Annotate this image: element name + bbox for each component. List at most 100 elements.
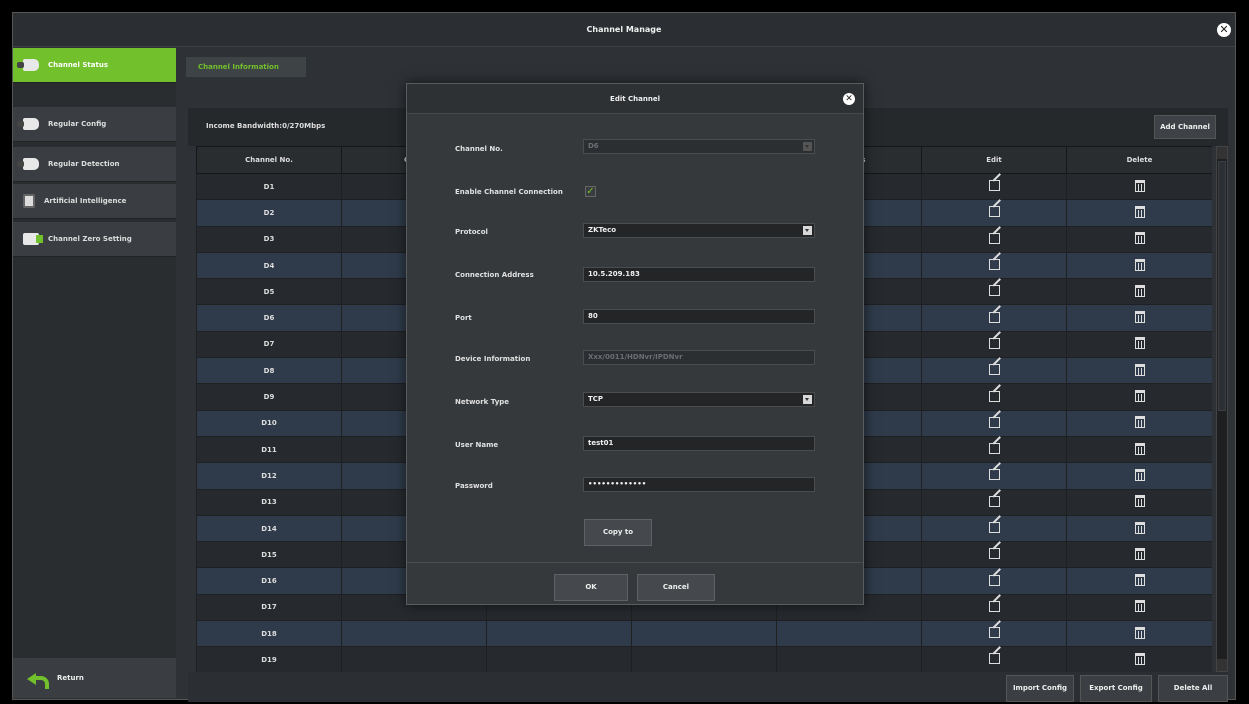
return-arrow-icon (27, 671, 49, 689)
delete-cell (1066, 488, 1212, 516)
edit-icon[interactable] (988, 653, 1000, 665)
edit-icon[interactable] (988, 627, 1000, 639)
edit-icon[interactable] (988, 443, 1000, 455)
trash-icon[interactable] (1134, 284, 1145, 297)
export-config-button[interactable]: Export Config (1080, 675, 1152, 702)
trash-icon[interactable] (1134, 258, 1145, 271)
sidebar-item-artificial-intelligence[interactable]: Artificial Intelligence (13, 184, 176, 219)
trash-icon[interactable] (1134, 652, 1145, 665)
window-title: Channel Manage (586, 25, 662, 34)
trash-icon[interactable] (1134, 600, 1145, 613)
channel-no-cell: D13 (196, 488, 342, 516)
ok-button[interactable]: OK (554, 574, 628, 601)
delete-cell (1066, 251, 1212, 280)
trash-icon[interactable] (1134, 179, 1145, 192)
close-icon[interactable]: ✕ (843, 93, 855, 105)
edit-icon[interactable] (988, 522, 1000, 533)
sidebar-item-channel-zero-setting[interactable]: Channel Zero Setting (13, 222, 176, 257)
edit-icon[interactable] (988, 180, 1000, 192)
edit-cell (921, 514, 1067, 543)
status-cell (776, 620, 922, 648)
edit-icon[interactable] (988, 232, 1000, 244)
table-row[interactable]: D18 (196, 620, 1212, 648)
trash-icon[interactable] (1134, 416, 1145, 429)
trash-icon[interactable] (1134, 468, 1145, 481)
edit-cell (921, 251, 1067, 280)
chevron-down-icon (803, 395, 812, 404)
edit-icon[interactable] (988, 206, 1000, 218)
delete-cell (1066, 225, 1212, 253)
edit-icon[interactable] (988, 495, 1000, 507)
close-icon[interactable]: ✕ (1217, 23, 1231, 37)
channel-no-cell: D4 (196, 251, 342, 280)
scroll-down-arrow[interactable] (1217, 659, 1227, 671)
channel-no-cell: D17 (196, 593, 342, 622)
trash-icon[interactable] (1134, 495, 1145, 508)
edit-cell (921, 199, 1067, 227)
scrollbar[interactable] (1216, 146, 1228, 672)
status-cell (776, 646, 922, 672)
sidebar-item-label: Channel Status (48, 61, 109, 69)
channel-no-cell: D2 (196, 199, 342, 227)
import-config-button[interactable]: Import Config (1006, 675, 1074, 702)
sidebar-item-regular-detection[interactable]: Regular Detection (13, 147, 176, 182)
edit-icon[interactable] (988, 416, 1000, 428)
channel-no-cell: D12 (196, 462, 342, 490)
port-input[interactable]: 80 (583, 309, 815, 324)
sidebar-item-regular-config[interactable]: Regular Config (13, 107, 176, 142)
network-type-label: Network Type (455, 398, 510, 406)
network-type-select[interactable]: TCP (583, 392, 815, 407)
trash-icon[interactable] (1134, 442, 1145, 455)
trash-icon[interactable] (1134, 574, 1145, 587)
trash-icon[interactable] (1134, 547, 1145, 560)
enable-connection-checkbox[interactable]: ✓ (585, 186, 596, 197)
trash-icon[interactable] (1134, 363, 1145, 376)
delete-all-button[interactable]: Delete All (1158, 675, 1228, 702)
channel-no-cell: D9 (196, 383, 342, 411)
edit-icon[interactable] (988, 285, 1000, 297)
edit-icon[interactable] (988, 574, 1000, 586)
edit-cell (921, 304, 1067, 332)
username-input[interactable]: test01 (583, 436, 815, 451)
trash-icon[interactable] (1134, 390, 1145, 403)
trash-icon[interactable] (1134, 232, 1145, 245)
edit-icon[interactable] (988, 259, 1000, 271)
channel-no-cell: D6 (196, 304, 342, 332)
sidebar-item-label: Artificial Intelligence (44, 197, 127, 205)
return-button[interactable]: Return (13, 658, 176, 698)
edit-icon[interactable] (988, 548, 1000, 560)
column-header: Channel No. (196, 146, 342, 174)
channel-no-cell: D14 (196, 514, 342, 543)
edit-icon[interactable] (988, 390, 1000, 402)
trash-icon[interactable] (1134, 626, 1145, 639)
channel-no-select: D6 (583, 139, 815, 154)
edit-icon[interactable] (988, 469, 1000, 481)
trash-icon[interactable] (1134, 521, 1145, 534)
add-channel-button[interactable]: Add Channel (1154, 115, 1216, 139)
scroll-thumb[interactable] (1218, 161, 1226, 411)
edit-icon[interactable] (988, 337, 1000, 349)
trash-icon[interactable] (1134, 337, 1145, 350)
edit-icon[interactable] (988, 311, 1000, 323)
bandwidth-text: Income Bandwidth:0/270Mbps (206, 122, 326, 130)
scroll-up-arrow[interactable] (1217, 147, 1227, 159)
cancel-button[interactable]: Cancel (637, 574, 715, 601)
delete-cell (1066, 357, 1212, 385)
trash-icon[interactable] (1134, 205, 1145, 218)
copy-to-button[interactable]: Copy to (584, 519, 652, 546)
connection-cell (341, 646, 487, 672)
table-cell (486, 646, 632, 672)
tab-channel-information[interactable]: Channel Information (186, 57, 306, 77)
protocol-select[interactable]: ZKTeco (583, 223, 815, 238)
sidebar-item-channel-status[interactable]: Channel Status (13, 48, 176, 83)
address-input[interactable]: 10.5.209.183 (583, 267, 815, 282)
edit-icon[interactable] (988, 364, 1000, 376)
password-label: Password (455, 482, 493, 490)
table-row[interactable]: D19 (196, 646, 1212, 672)
edit-cell (921, 488, 1067, 516)
edit-cell (921, 225, 1067, 253)
trash-icon[interactable] (1134, 311, 1145, 324)
edit-channel-dialog: Edit Channel ✕ Channel No. D6 Enable Cha… (406, 83, 864, 605)
edit-icon[interactable] (988, 600, 1000, 612)
password-input[interactable]: ••••••••••••• (583, 477, 815, 492)
